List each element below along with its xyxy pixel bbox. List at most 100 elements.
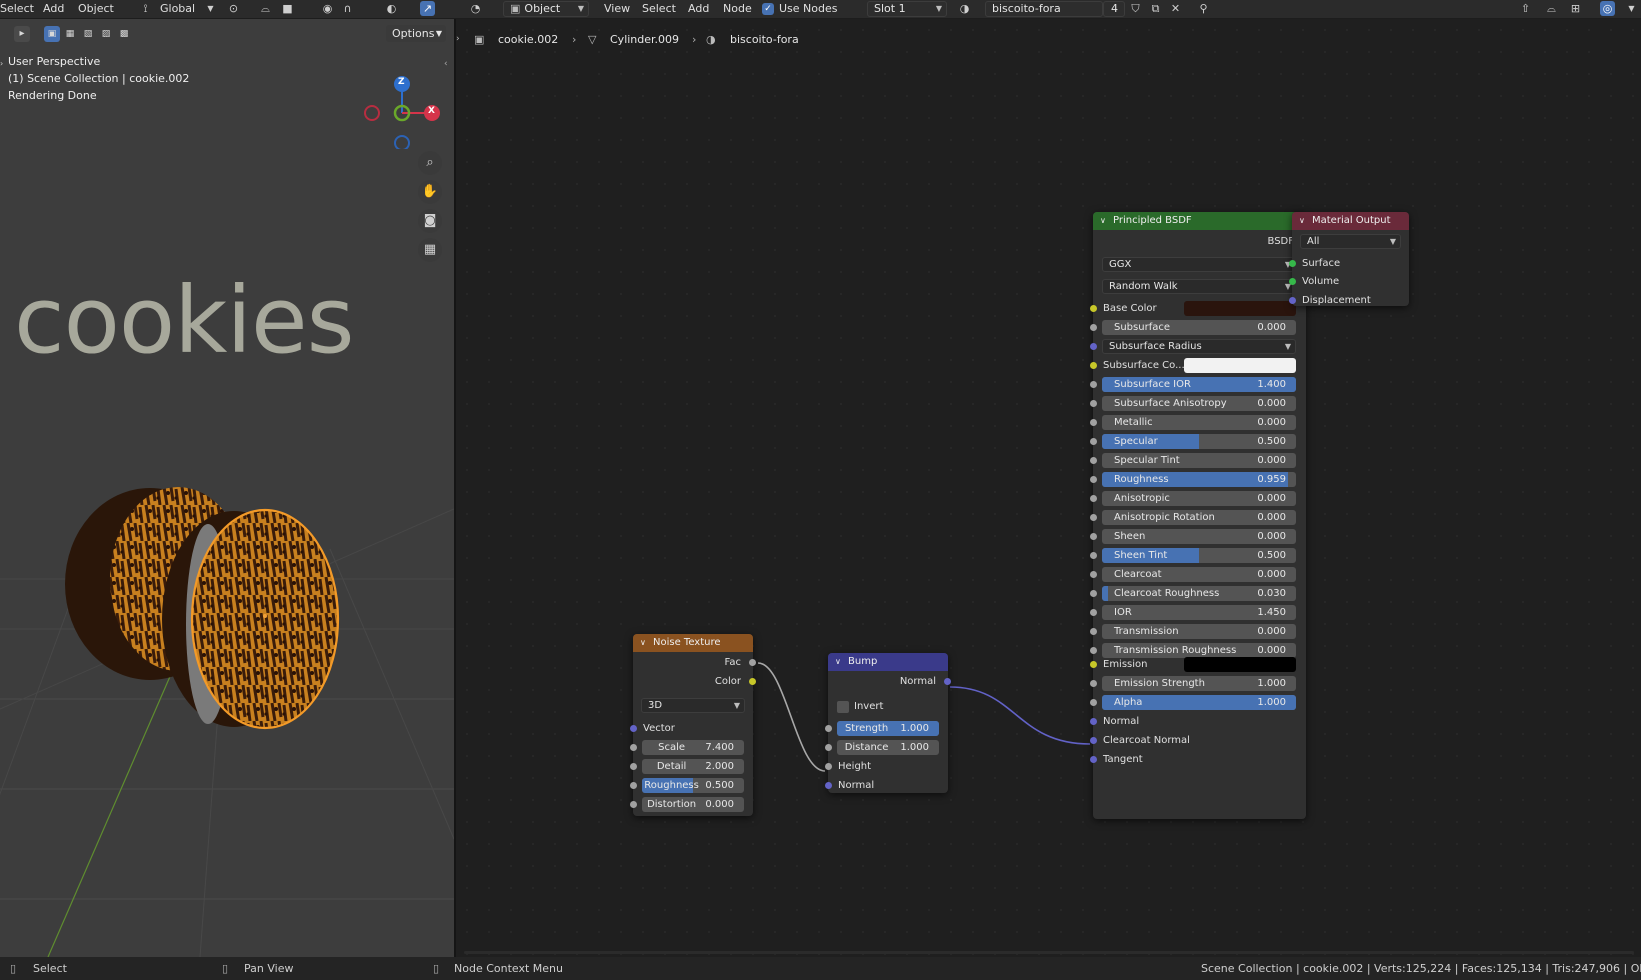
socket[interactable] — [1090, 400, 1097, 407]
node-header[interactable]: ∨ Noise Texture — [633, 634, 753, 652]
value-field[interactable]: Anisotropic 0.000 — [1102, 491, 1296, 506]
socket[interactable] — [1090, 756, 1097, 763]
emission-color-swatch[interactable] — [1184, 657, 1296, 672]
socket[interactable] — [1090, 438, 1097, 445]
snap-increment-icon[interactable]: ⊞ — [1568, 1, 1583, 16]
socket[interactable] — [1090, 514, 1097, 521]
value-field[interactable]: Roughness 0.959 — [1102, 472, 1296, 487]
value-field[interactable]: Anisotropic Rotation 0.000 — [1102, 510, 1296, 525]
dimensions-dropdown[interactable]: 3D ▼ — [641, 698, 745, 713]
detail-field[interactable]: Detail 2.000 — [642, 759, 744, 774]
noise-texture-node[interactable]: ∨ Noise Texture Fac Color 3D ▼ Vector Scal… — [630, 634, 756, 816]
socket[interactable] — [1090, 737, 1097, 744]
bump-node[interactable]: ∨ Bump Normal Invert Strength 1.000 Distan… — [825, 653, 951, 793]
socket[interactable] — [825, 725, 832, 732]
menu-add-node[interactable]: Add — [688, 0, 709, 18]
transform-orientation-dropdown[interactable]: Global — [160, 0, 195, 18]
socket[interactable] — [1090, 533, 1097, 540]
socket[interactable] — [1289, 297, 1296, 304]
socket[interactable] — [1289, 260, 1296, 267]
scale-field[interactable]: Scale 7.400 — [642, 740, 744, 755]
socket[interactable] — [1090, 590, 1097, 597]
socket[interactable] — [1090, 718, 1097, 725]
distribution-dropdown[interactable]: GGX ▼ — [1102, 257, 1296, 272]
socket[interactable] — [630, 744, 637, 751]
menu-view[interactable]: View — [604, 0, 630, 18]
strength-field[interactable]: Strength 1.000 — [837, 721, 939, 736]
menu-object[interactable]: Object — [78, 0, 114, 18]
chevron-down-icon[interactable]: ▼ — [1624, 1, 1639, 16]
socket[interactable] — [1090, 305, 1097, 312]
menu-add[interactable]: Add — [43, 0, 64, 18]
target-dropdown[interactable]: All ▼ — [1300, 234, 1401, 249]
roughness-field[interactable]: Roughness 0.500 — [642, 778, 744, 793]
socket[interactable] — [1090, 457, 1097, 464]
subsurface-color-swatch[interactable] — [1184, 358, 1296, 373]
socket[interactable] — [1289, 278, 1296, 285]
fake-user-icon[interactable]: ⛉ — [1128, 1, 1143, 16]
value-field[interactable]: Transmission 0.000 — [1102, 624, 1296, 639]
socket[interactable] — [1090, 343, 1097, 350]
socket[interactable] — [1090, 571, 1097, 578]
socket[interactable] — [630, 801, 637, 808]
material-sphere-icon[interactable]: ◑ — [957, 1, 972, 16]
socket[interactable] — [630, 763, 637, 770]
socket[interactable] — [1090, 419, 1097, 426]
subsurface-method-dropdown[interactable]: Random Walk ▼ — [1102, 279, 1296, 294]
distance-field[interactable]: Distance 1.000 — [837, 740, 939, 755]
socket[interactable] — [1090, 476, 1097, 483]
gizmo-toggle-icon[interactable]: ↗ — [420, 1, 435, 16]
node-header[interactable]: ∨ Bump — [828, 653, 948, 671]
socket[interactable] — [944, 678, 951, 685]
material-name-field[interactable]: biscoito-fora — [985, 1, 1103, 17]
horizontal-scrollbar[interactable] — [464, 951, 1634, 954]
value-field[interactable]: Emission Strength 1.000 — [1102, 676, 1296, 691]
parent-node-icon[interactable]: ⇧ — [1518, 1, 1533, 16]
socket[interactable] — [1090, 647, 1097, 654]
socket[interactable] — [749, 678, 756, 685]
editor-type-icon[interactable]: ◔ — [468, 1, 483, 16]
value-field[interactable]: IOR 1.450 — [1102, 605, 1296, 620]
collapse-icon[interactable]: ∨ — [1299, 212, 1305, 230]
snap-target-icon[interactable]: ■ — [280, 1, 295, 16]
value-field[interactable]: Alpha 1.000 — [1102, 695, 1296, 710]
object-mode-dropdown[interactable]: ▣ Object ▼ — [503, 1, 589, 17]
principled-bsdf-node[interactable]: ∨ Principled BSDF BSDF GGX ▼ Random Walk ▼ … — [1090, 212, 1309, 819]
value-field[interactable]: Clearcoat Roughness 0.030 — [1102, 586, 1296, 601]
node-header[interactable]: ∨ Material Output — [1292, 212, 1409, 230]
menu-select[interactable]: Select — [0, 0, 34, 18]
pin-icon[interactable]: ⚲ — [1196, 1, 1211, 16]
node-header[interactable]: ∨ Principled BSDF — [1093, 212, 1306, 230]
value-field[interactable]: Specular 0.500 — [1102, 434, 1296, 449]
value-field[interactable]: Subsurface 0.000 — [1102, 320, 1296, 335]
shader-node-editor[interactable]: › ▣ cookie.002 › ▽ Cylinder.009 › ◑ bisc… — [456, 19, 1641, 957]
slot-dropdown[interactable]: Slot 1 ▼ — [867, 1, 947, 17]
3d-viewport[interactable]: ▸ ▣ ▦ ▧ ▨ ▩ Options ▼ › User Perspective … — [0, 19, 454, 957]
socket[interactable] — [1090, 495, 1097, 502]
use-nodes-checkbox[interactable]: ✓ — [762, 3, 774, 15]
material-output-node[interactable]: ∨ Material Output All ▼ Surface Volume Dis… — [1289, 212, 1409, 306]
close-icon[interactable]: ✕ — [1168, 1, 1183, 16]
falloff-icon[interactable]: ∩ — [340, 1, 355, 16]
socket[interactable] — [749, 659, 756, 666]
overlays-icon[interactable]: ◎ — [1600, 1, 1615, 16]
collapse-icon[interactable]: ∨ — [835, 653, 841, 671]
socket[interactable] — [1090, 381, 1097, 388]
snap-icon[interactable]: ⌓ — [258, 1, 273, 16]
duplicate-icon[interactable]: ⧉ — [1148, 1, 1163, 16]
subsurface-radius-dropdown[interactable]: Subsurface Radius ▼ — [1102, 339, 1296, 354]
visibility-icon[interactable]: ◐ — [384, 1, 399, 16]
socket[interactable] — [1090, 699, 1097, 706]
menu-node[interactable]: Node — [723, 0, 752, 18]
socket[interactable] — [630, 725, 637, 732]
socket[interactable] — [630, 782, 637, 789]
pivot-point-icon[interactable]: ⊙ — [226, 1, 241, 16]
socket[interactable] — [825, 744, 832, 751]
socket[interactable] — [1090, 552, 1097, 559]
value-field[interactable]: Clearcoat 0.000 — [1102, 567, 1296, 582]
value-field[interactable]: Specular Tint 0.000 — [1102, 453, 1296, 468]
socket[interactable] — [825, 782, 832, 789]
invert-checkbox[interactable] — [837, 701, 849, 713]
socket[interactable] — [1090, 324, 1097, 331]
collapse-icon[interactable]: ∨ — [640, 634, 646, 652]
